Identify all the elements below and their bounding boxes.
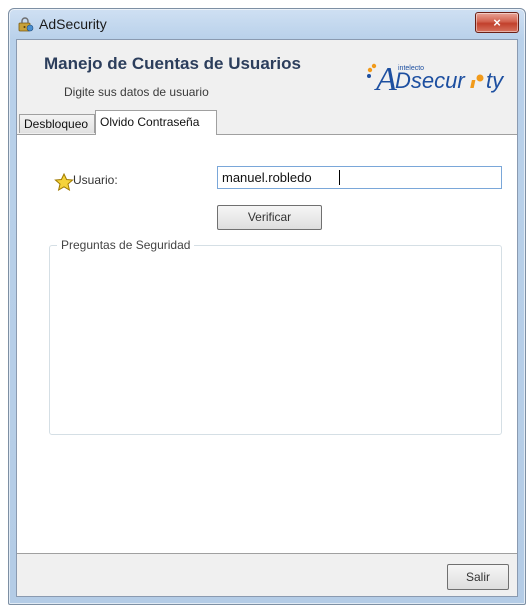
close-icon: ×	[493, 15, 501, 30]
title-bar[interactable]: AdSecurity ×	[9, 9, 525, 39]
tab-strip: Desbloqueo Olvido Contraseña	[17, 110, 517, 135]
verificar-button[interactable]: Verificar	[217, 205, 322, 230]
usuario-label: Usuario:	[73, 173, 118, 187]
adsecurity-logo: A intelecto Dsecur ty	[367, 61, 505, 98]
client-area: Manejo de Cuentas de Usuarios Digite sus…	[16, 39, 518, 597]
logo-letter-a: A	[374, 61, 397, 98]
footer-bar: Salir	[17, 553, 517, 596]
star-icon	[54, 173, 74, 191]
text-caret	[339, 170, 340, 185]
tab-olvido-contrasena[interactable]: Olvido Contraseña	[95, 110, 217, 135]
security-questions-label: Preguntas de Seguridad	[57, 238, 195, 252]
usuario-input[interactable]	[217, 166, 502, 189]
tab-desbloqueo[interactable]: Desbloqueo	[19, 114, 95, 133]
salir-button[interactable]: Salir	[447, 564, 509, 590]
page-title: Manejo de Cuentas de Usuarios	[44, 54, 301, 73]
tab-label: Olvido Contraseña	[100, 115, 200, 129]
tab-label: Desbloqueo	[24, 117, 89, 131]
page-subtitle: Digite sus datos de usuario	[64, 85, 209, 99]
app-security-icon	[18, 17, 34, 32]
window-title: AdSecurity	[39, 16, 107, 32]
logo-end-text: ty	[486, 68, 505, 93]
logo-big-text: Dsecur	[395, 68, 466, 93]
app-window: AdSecurity × Manejo de Cuentas de Usuari…	[8, 8, 526, 605]
close-button[interactable]: ×	[475, 12, 519, 33]
tab-panel: Usuario: Verificar Preguntas de Segurida…	[17, 135, 517, 596]
security-questions-group	[49, 245, 502, 435]
